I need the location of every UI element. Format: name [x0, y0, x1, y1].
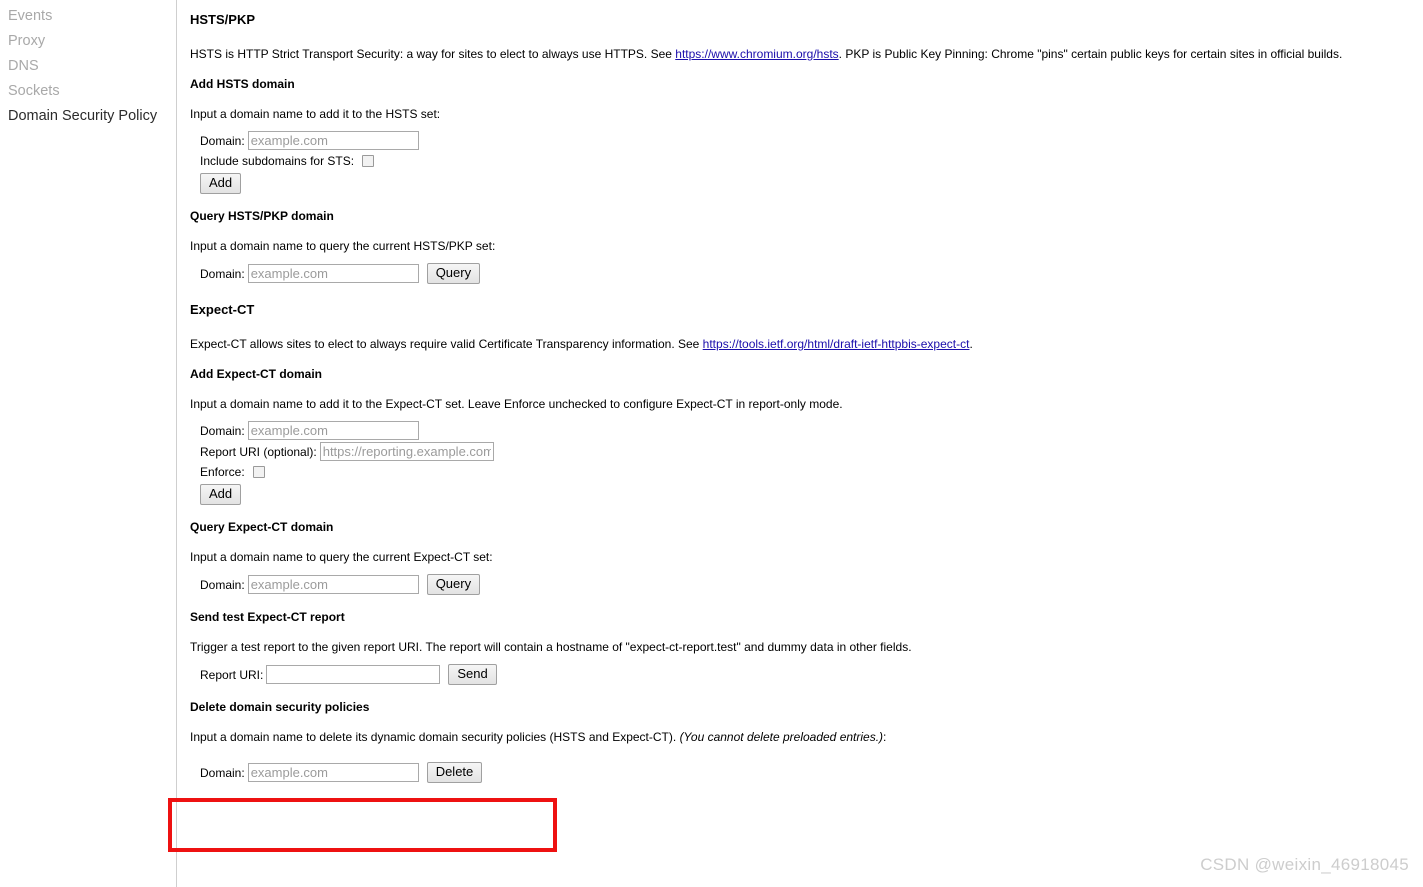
include-subdomains-label: Include subdomains for STS: [200, 154, 355, 168]
add-hsts-domain-heading: Add HSTS domain [190, 77, 295, 91]
delete-instruction-plain: Input a domain name to delete its dynami… [190, 730, 680, 744]
add-expect-ct-domain-field-row: Domain: [200, 421, 1423, 440]
add-hsts-button-row: Add [200, 173, 1423, 194]
delete-policies-heading: Delete domain security policies [190, 700, 370, 714]
query-hsts-button[interactable]: Query [426, 263, 481, 284]
add-hsts-button[interactable]: Add [200, 173, 242, 194]
add-expect-ct-domain-input[interactable] [247, 421, 419, 440]
enforce-label: Enforce: [200, 465, 245, 479]
send-test-report-uri-input[interactable] [266, 665, 441, 684]
delete-domain-field-row: Domain: Delete [200, 762, 1423, 783]
enforce-checkbox[interactable] [252, 466, 265, 478]
add-expect-ct-button-row: Add [200, 484, 1423, 505]
query-expect-ct-domain-field-row: Domain: Query [200, 574, 1423, 595]
query-hsts-domain-input[interactable] [247, 264, 419, 283]
query-hsts-domain-label: Domain: [200, 266, 245, 281]
delete-policies-instruction: Input a domain name to delete its dynami… [190, 729, 1423, 745]
enforce-row: Enforce: [200, 464, 1423, 480]
send-test-report-field-row: Report URI: Send [200, 664, 1423, 685]
include-subdomains-checkbox[interactable] [362, 155, 375, 167]
add-hsts-domain-field-row: Domain: [200, 131, 1423, 150]
add-expect-ct-report-uri-label: Report URI (optional): [200, 444, 317, 459]
query-hsts-domain-field-row: Domain: Query [200, 263, 1423, 284]
add-hsts-domain-input[interactable] [247, 131, 419, 150]
hsts-pkp-description: HSTS is HTTP Strict Transport Security: … [190, 46, 1423, 62]
send-test-report-heading: Send test Expect-CT report [190, 610, 345, 624]
delete-instruction-suffix: : [883, 730, 887, 744]
add-hsts-domain-label: Domain: [200, 133, 245, 148]
send-test-report-instruction: Trigger a test report to the given repor… [190, 640, 912, 654]
add-expect-ct-button[interactable]: Add [200, 484, 242, 505]
sidebar-item-dns[interactable]: DNS [0, 54, 176, 79]
expect-ct-heading: Expect-CT [190, 302, 255, 317]
include-subdomains-row: Include subdomains for STS: [200, 153, 1423, 169]
sidebar-item-sockets[interactable]: Sockets [0, 79, 176, 104]
watermark: CSDN @weixin_46918045 [1200, 855, 1409, 874]
hsts-description-text-after: . PKP is Public Key Pinning: Chrome "pin… [838, 47, 1343, 61]
add-expect-ct-domain-heading: Add Expect-CT domain [190, 367, 323, 381]
add-expect-ct-domain-instruction: Input a domain name to add it to the Exp… [190, 397, 843, 411]
hsts-pkp-heading: HSTS/PKP [190, 12, 256, 27]
add-expect-ct-report-uri-input[interactable] [319, 442, 494, 461]
hsts-description-text-before: HSTS is HTTP Strict Transport Security: … [190, 47, 676, 61]
delete-instruction-italic: (You cannot delete preloaded entries.) [679, 730, 884, 744]
sidebar-item-events[interactable]: Events [0, 4, 176, 29]
expect-ct-description-text-after: . [969, 337, 973, 351]
expect-ct-spec-link[interactable]: https://tools.ietf.org/html/draft-ietf-h… [703, 337, 970, 351]
delete-domain-label: Domain: [200, 765, 245, 780]
query-expect-ct-domain-label: Domain: [200, 577, 245, 592]
sidebar-item-domain-security-policy[interactable]: Domain Security Policy [0, 104, 176, 129]
query-expect-ct-domain-instruction: Input a domain name to query the current… [190, 550, 493, 564]
delete-domain-input[interactable] [247, 763, 419, 782]
expect-ct-description: Expect-CT allows sites to elect to alway… [190, 336, 1423, 352]
query-expect-ct-domain-input[interactable] [247, 575, 419, 594]
add-hsts-domain-instruction: Input a domain name to add it to the HST… [190, 107, 441, 121]
send-test-report-uri-label: Report URI: [200, 667, 264, 682]
main-content: HSTS/PKP HSTS is HTTP Strict Transport S… [178, 0, 1423, 887]
sidebar-item-proxy[interactable]: Proxy [0, 29, 176, 54]
query-expect-ct-button[interactable]: Query [426, 574, 481, 595]
send-test-report-button[interactable]: Send [448, 664, 497, 685]
add-expect-ct-domain-label: Domain: [200, 423, 245, 438]
query-hsts-domain-instruction: Input a domain name to query the current… [190, 239, 496, 253]
expect-ct-description-text-before: Expect-CT allows sites to elect to alway… [190, 337, 703, 351]
query-hsts-domain-heading: Query HSTS/PKP domain [190, 209, 334, 223]
hsts-spec-link[interactable]: https://www.chromium.org/hsts [675, 47, 838, 61]
query-expect-ct-domain-heading: Query Expect-CT domain [190, 520, 334, 534]
sidebar: Events Proxy DNS Sockets Domain Security… [0, 0, 177, 887]
add-expect-ct-report-uri-row: Report URI (optional): [200, 442, 1423, 461]
delete-domain-button[interactable]: Delete [426, 762, 483, 783]
